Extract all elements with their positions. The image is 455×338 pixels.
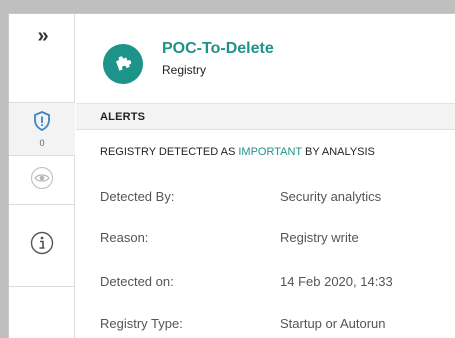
summary-prefix: REGISTRY DETECTED AS [100, 146, 239, 158]
detail-value: Startup or Autorun [280, 316, 386, 331]
detail-label: Detected on: [100, 274, 174, 289]
detail-value: 14 Feb 2020, 14:33 [280, 274, 393, 289]
summary-suffix: BY ANALYSIS [301, 146, 375, 158]
detail-label: Registry Type: [100, 316, 183, 331]
entity-header: POC-To-Delete Registry [76, 14, 455, 103]
alerts-section-header: ALERTS [76, 103, 455, 130]
detail-row-reason: Reason: Registry write [100, 230, 455, 250]
side-rail: » 0 [9, 14, 75, 338]
entity-type: Registry [162, 63, 207, 77]
watch-tab[interactable] [9, 156, 75, 205]
entity-avatar [103, 44, 143, 84]
alert-details: POC-To-Delete Registry ALERTS REGISTRY D… [76, 14, 455, 338]
severity-label: IMPORTANT [238, 146, 302, 158]
alert-summary: REGISTRY DETECTED AS IMPORTANT BY ANALYS… [100, 146, 375, 158]
detail-label: Reason: [100, 230, 149, 245]
info-icon [30, 231, 54, 260]
detail-row-detected-by: Detected By: Security analytics [100, 189, 455, 209]
detail-value: Registry write [280, 230, 359, 245]
eye-icon [30, 166, 54, 195]
detail-row-registry-type: Registry Type: Startup or Autorun [100, 316, 455, 336]
shield-alert-icon [33, 110, 51, 136]
puzzle-icon [113, 52, 133, 77]
expand-button[interactable]: » [9, 14, 75, 103]
detail-label: Detected By: [100, 189, 175, 204]
detail-value: Security analytics [280, 189, 382, 204]
alert-panel: » 0 POC-To-Delete Registry ALERTS REGIST… [8, 13, 455, 338]
double-chevron-right-icon: » [37, 25, 48, 47]
alerts-count: 0 [39, 137, 45, 148]
detail-row-detected-on: Detected on: 14 Feb 2020, 14:33 [100, 274, 455, 294]
entity-title[interactable]: POC-To-Delete [162, 40, 274, 58]
alerts-tab[interactable]: 0 [9, 103, 75, 156]
info-tab[interactable] [9, 205, 75, 287]
